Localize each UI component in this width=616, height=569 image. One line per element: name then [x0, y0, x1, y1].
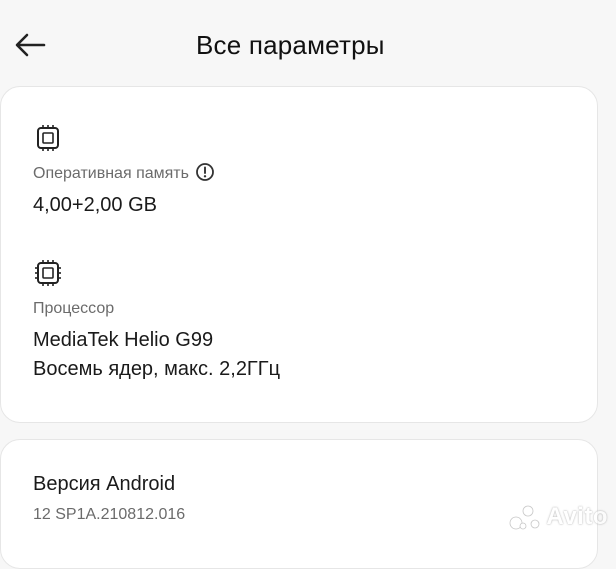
back-button[interactable]	[12, 30, 52, 60]
ram-label-row: Оперативная память	[33, 162, 215, 183]
arrow-left-icon	[15, 33, 46, 57]
android-label: Версия Android	[33, 473, 176, 495]
ram-value: 4,00+2,00 GB	[33, 194, 157, 216]
chip-icon	[37, 125, 59, 151]
page-title: Все параметры	[196, 30, 385, 60]
specs-card: Оперативная память 4,00+2,00 GB Процессо…	[0, 86, 598, 423]
watermark-text: Avito	[546, 503, 608, 530]
processor-icon	[35, 260, 61, 286]
header-bar: Все параметры	[0, 0, 616, 90]
android-value: 12 SP1A.210812.016	[33, 506, 186, 523]
watermark: Avito	[508, 502, 608, 532]
ram-label: Оперативная память	[33, 165, 189, 182]
info-icon[interactable]	[195, 162, 215, 182]
avito-logo-icon	[509, 505, 540, 530]
cpu-label: Процессор	[33, 300, 115, 317]
cpu-details: Восемь ядер, макс. 2,2ГГц	[33, 358, 281, 380]
cpu-model: MediaTek Helio G99	[33, 329, 214, 351]
